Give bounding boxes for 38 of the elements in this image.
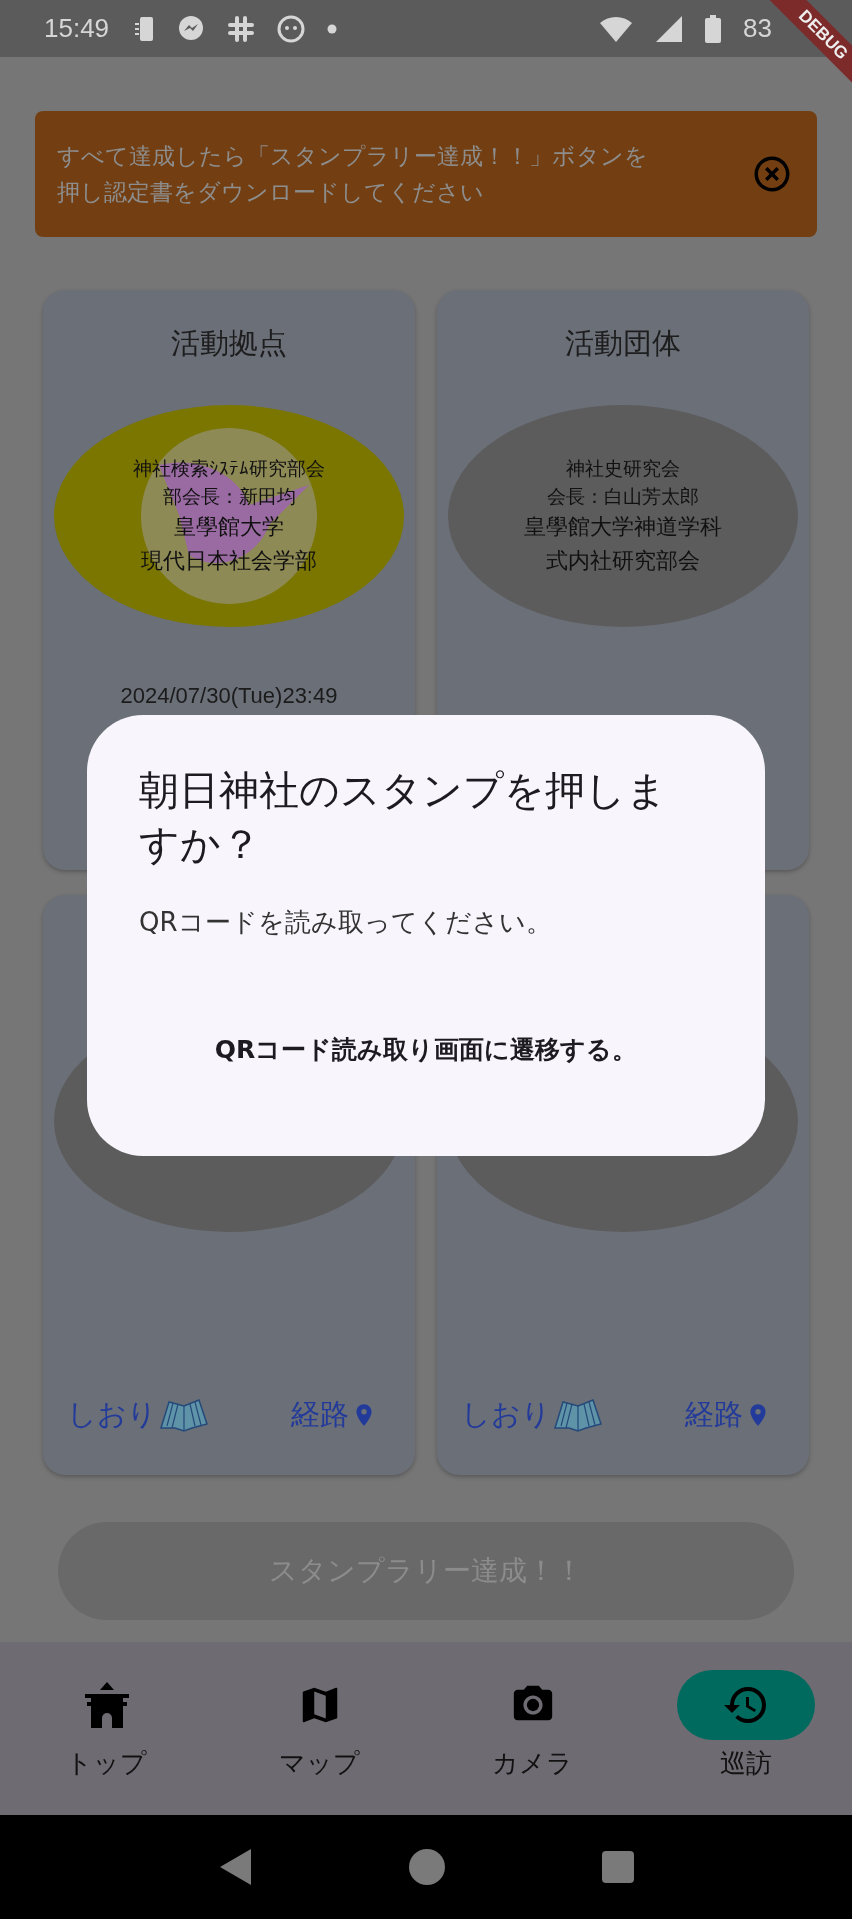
qr-scan-button[interactable]: QRコード読み取り画面に遷移する。 (208, 1032, 644, 1067)
affiliation-text: 式内社研究部会 (546, 547, 700, 575)
bookmark-link[interactable]: しおり (461, 1395, 603, 1435)
phone-icon (135, 15, 156, 42)
battery-percentage: 83 (743, 13, 772, 44)
affiliation-text: 皇學館大学神道学科 (524, 513, 722, 541)
nav-tab[interactable]: カメラ (426, 1642, 639, 1815)
book-icon (159, 1398, 209, 1432)
notice-text: すべて達成したら「スタンプラリー達成！！」ボタンを押し認定書をダウンロードしてください (57, 142, 649, 207)
bookmark-link[interactable]: しおり (67, 1395, 209, 1435)
nav-label: トップ (66, 1747, 147, 1780)
route-link[interactable]: 経路 (685, 1395, 771, 1435)
card-title: 活動拠点 (171, 325, 287, 362)
card-title: 活動団体 (565, 325, 681, 362)
stamp-date: 2024/07/30(Tue)23:49 (120, 683, 338, 709)
nav-label: 巡訪 (719, 1747, 772, 1780)
signal-icon (655, 14, 684, 43)
dot-icon (327, 23, 338, 34)
nav-tab[interactable]: トップ (0, 1642, 213, 1815)
chat-bubble-icon (177, 14, 206, 43)
gate-icon (82, 1682, 131, 1728)
cat-face-icon (277, 14, 306, 43)
nav-label: マップ (279, 1747, 360, 1780)
dialog-title: 朝日神社のスタンプを押しますか？ (139, 766, 668, 869)
battery-icon (705, 14, 722, 43)
recents-icon[interactable] (600, 1850, 635, 1884)
nav-label: カメラ (492, 1747, 573, 1780)
dialog-message: QRコードを読み取ってください。 (139, 906, 553, 939)
wifi-icon (599, 14, 634, 43)
status-time: 15:49 (44, 13, 110, 44)
nav-tab[interactable]: 巡訪 (639, 1642, 852, 1815)
hash-icon (227, 14, 256, 43)
organization-text: 神社史研究会 (566, 456, 680, 481)
route-link[interactable]: 経路 (291, 1395, 377, 1435)
home-icon[interactable] (408, 1848, 446, 1886)
organization-text: 会長：白山芳太郎 (547, 484, 699, 509)
nav-tab[interactable]: マップ (213, 1642, 426, 1815)
book-icon (553, 1398, 603, 1432)
